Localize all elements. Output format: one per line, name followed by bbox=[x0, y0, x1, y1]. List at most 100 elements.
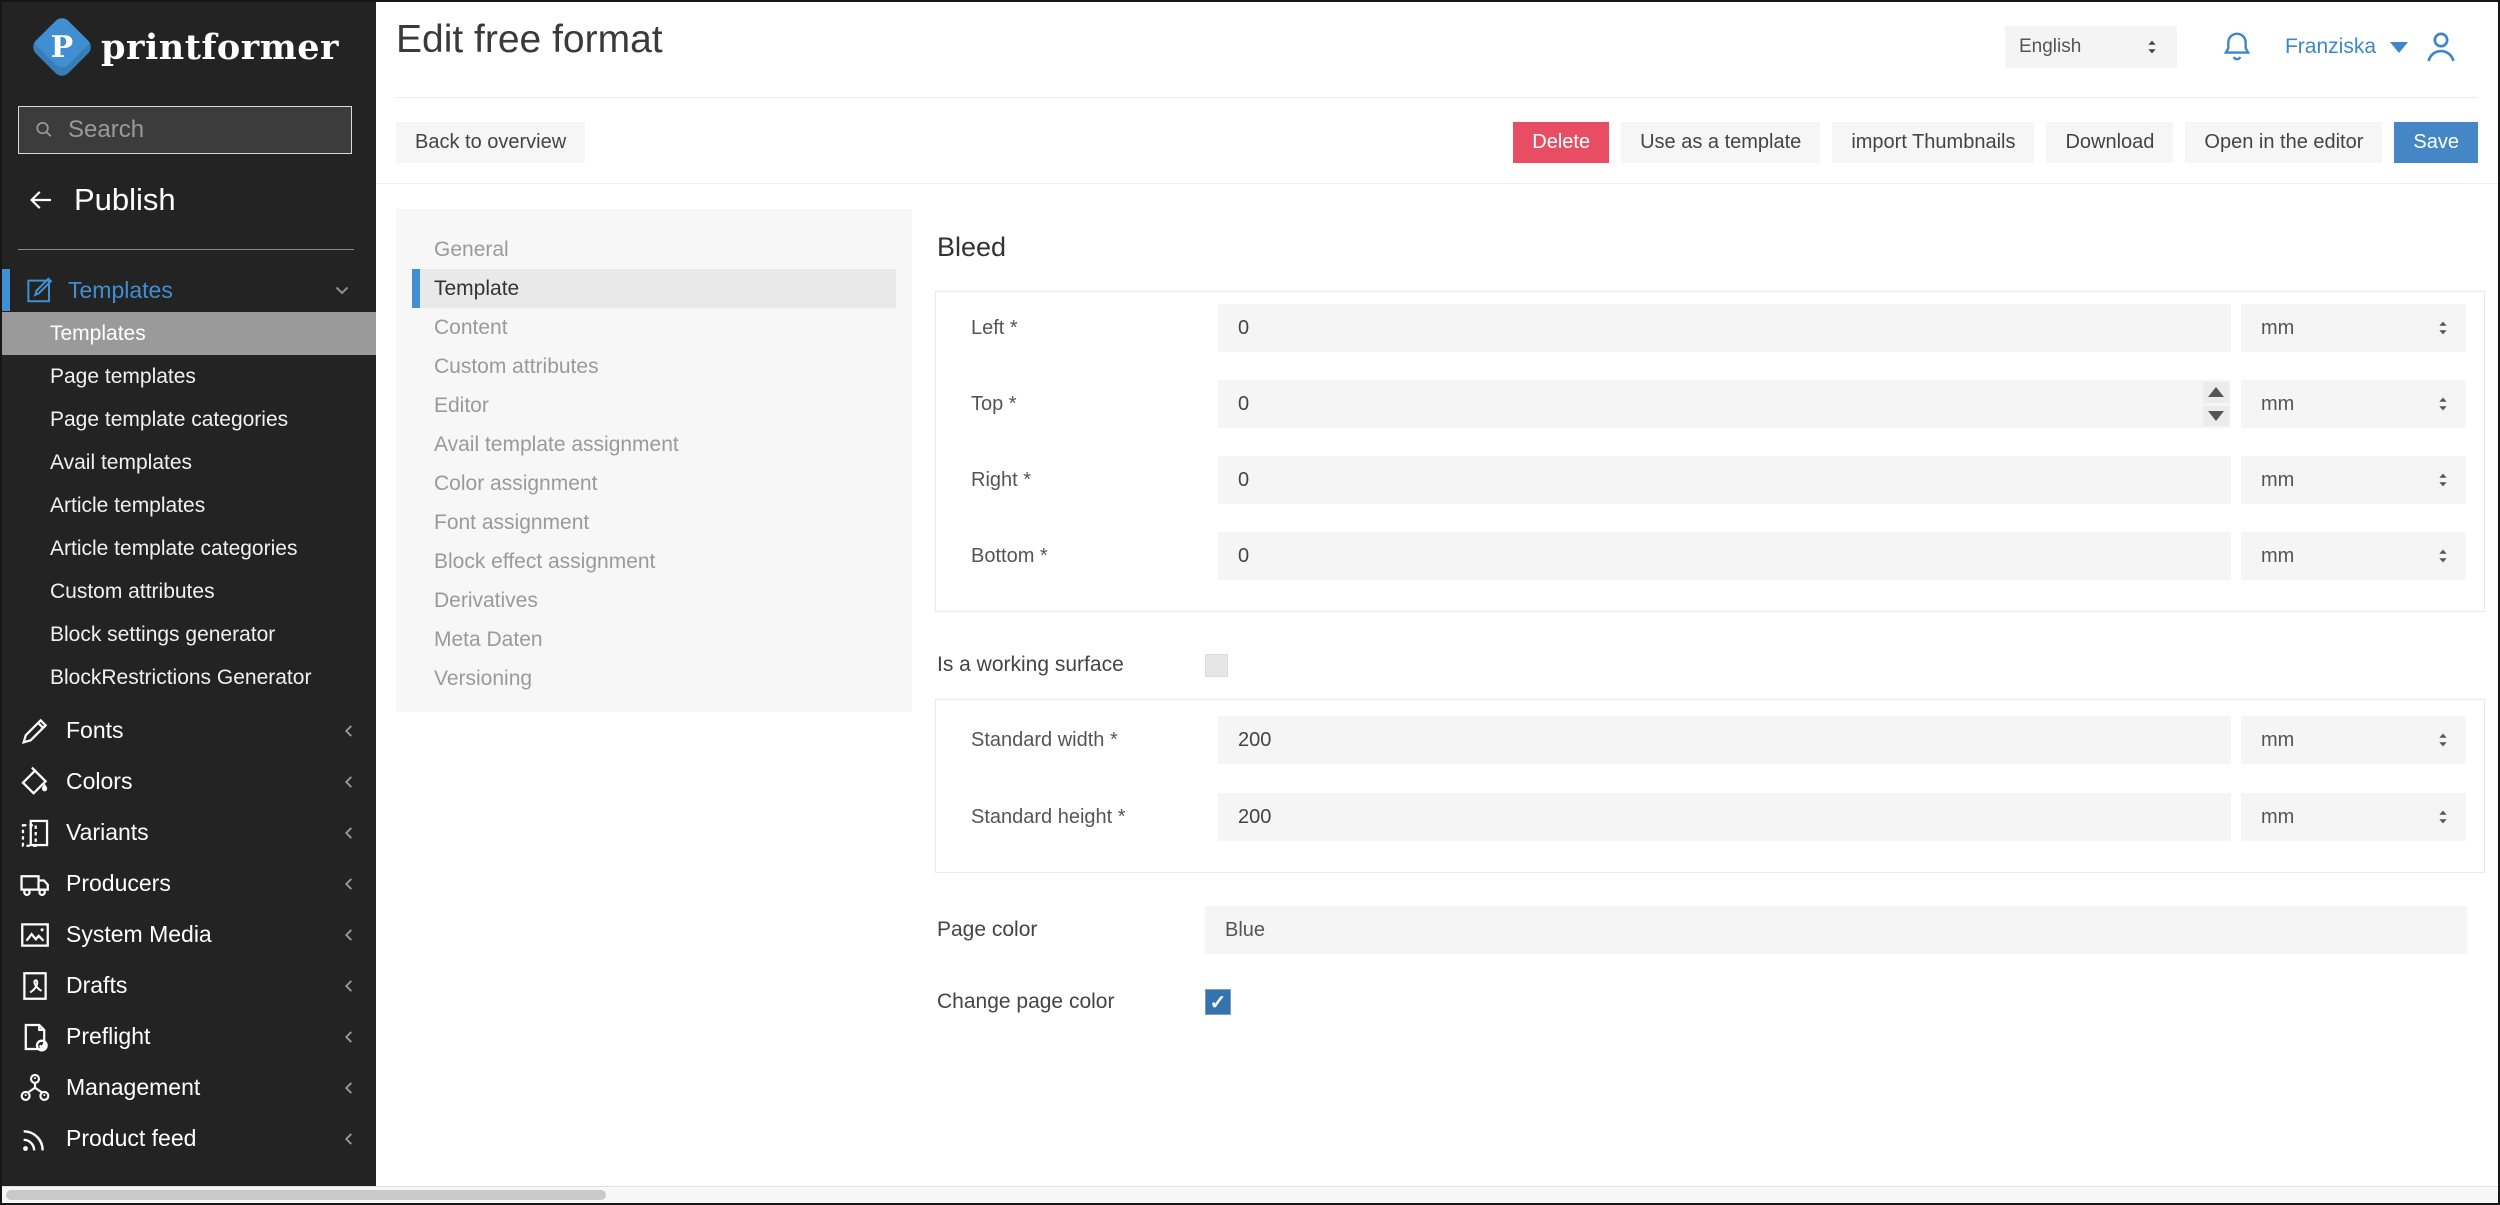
bleed-top-input[interactable]: 0 bbox=[1218, 380, 2231, 428]
page-title: Edit free format bbox=[396, 18, 663, 62]
sidebar-subitem-blockrestrictions-generator[interactable]: BlockRestrictions Generator bbox=[2, 656, 376, 699]
select-sort-icon bbox=[2432, 317, 2454, 339]
arrow-left-icon bbox=[26, 185, 56, 215]
open-in-editor-button[interactable]: Open in the editor bbox=[2185, 122, 2382, 163]
notifications-button[interactable] bbox=[2219, 29, 2255, 65]
brand-logo[interactable]: P printformer bbox=[2, 24, 376, 70]
user-name: Franziska bbox=[2285, 35, 2376, 59]
sidebar-subitem-label: Article templates bbox=[50, 494, 205, 518]
settings-nav-item-content[interactable]: Content bbox=[412, 308, 896, 347]
sidebar-item-label: Producers bbox=[66, 870, 171, 897]
bleed-left-input[interactable]: 0 bbox=[1218, 304, 2231, 352]
save-button[interactable]: Save bbox=[2394, 122, 2478, 163]
unit-select[interactable]: mm bbox=[2241, 716, 2466, 764]
search-input[interactable] bbox=[68, 116, 337, 144]
sidebar-item-preflight[interactable]: Preflight bbox=[2, 1011, 376, 1062]
sidebar-item-product-feed[interactable]: Product feed bbox=[2, 1113, 376, 1164]
size-row-standard-height: Standard height *200 mm bbox=[971, 793, 2466, 841]
sidebar-item-variants[interactable]: Variants bbox=[2, 807, 376, 858]
settings-nav-item-color-assignment[interactable]: Color assignment bbox=[412, 464, 896, 503]
unit-select[interactable]: mm bbox=[2241, 532, 2466, 580]
pen-square-icon bbox=[24, 275, 54, 305]
sidebar-item-management[interactable]: Management bbox=[2, 1062, 376, 1113]
chevron-left-icon[interactable] bbox=[338, 822, 360, 844]
working-surface-checkbox[interactable] bbox=[1205, 654, 1228, 677]
settings-nav-item-template[interactable]: Template bbox=[412, 269, 896, 308]
sidebar-item-drafts[interactable]: Drafts bbox=[2, 960, 376, 1011]
sidebar-subitem-templates[interactable]: Templates bbox=[2, 312, 376, 355]
chevron-left-icon[interactable] bbox=[338, 924, 360, 946]
chevron-left-icon[interactable] bbox=[338, 1026, 360, 1048]
language-select[interactable]: English bbox=[2005, 26, 2177, 68]
settings-nav-item-custom-attributes[interactable]: Custom attributes bbox=[412, 347, 896, 386]
size-standard-width-input[interactable]: 200 bbox=[1218, 716, 2231, 764]
sidebar-item-system-media[interactable]: System Media bbox=[2, 909, 376, 960]
bleed-right-input[interactable]: 0 bbox=[1218, 456, 2231, 504]
unit-select[interactable]: mm bbox=[2241, 380, 2466, 428]
sidebar-subitem-page-templates[interactable]: Page templates bbox=[2, 355, 376, 398]
chevron-left-icon[interactable] bbox=[338, 771, 360, 793]
sidebar-item-producers[interactable]: Producers bbox=[2, 858, 376, 909]
settings-nav-item-font-assignment[interactable]: Font assignment bbox=[412, 503, 896, 542]
settings-nav-item-general[interactable]: General bbox=[412, 230, 896, 269]
sidebar-subitem-label: Custom attributes bbox=[50, 580, 215, 604]
sidebar-subitem-article-templates[interactable]: Article templates bbox=[2, 484, 376, 527]
unit-select[interactable]: mm bbox=[2241, 304, 2466, 352]
sidebar-item-fonts[interactable]: Fonts bbox=[2, 705, 376, 756]
chevron-left-icon[interactable] bbox=[338, 975, 360, 997]
settings-nav-item-editor[interactable]: Editor bbox=[412, 386, 896, 425]
publish-back[interactable]: Publish bbox=[26, 182, 176, 218]
settings-nav-item-avail-template-assignment[interactable]: Avail template assignment bbox=[412, 425, 896, 464]
triangle-down-icon bbox=[2208, 411, 2224, 421]
delete-button[interactable]: Delete bbox=[1513, 122, 1609, 163]
sidebar-item-label: Preflight bbox=[66, 1023, 150, 1050]
spinner-up-button[interactable] bbox=[2203, 382, 2229, 403]
sidebar-subitem-block-settings-generator[interactable]: Block settings generator bbox=[2, 613, 376, 656]
select-sort-icon bbox=[2432, 393, 2454, 415]
chevron-down-icon[interactable] bbox=[330, 278, 354, 302]
unit-value: mm bbox=[2261, 806, 2432, 829]
chevron-left-icon[interactable] bbox=[338, 873, 360, 895]
change-page-color-checkbox[interactable]: ✓ bbox=[1205, 989, 1231, 1015]
pen-icon bbox=[18, 714, 52, 748]
spinner-down-button[interactable] bbox=[2203, 406, 2229, 427]
sidebar-item-label: Drafts bbox=[66, 972, 127, 999]
number-spinner[interactable] bbox=[2203, 382, 2229, 426]
sidebar-divider bbox=[18, 249, 354, 250]
sidebar-subitem-label: Templates bbox=[50, 322, 146, 346]
size-standard-height-input[interactable]: 200 bbox=[1218, 793, 2231, 841]
sidebar-item-colors[interactable]: Colors bbox=[2, 756, 376, 807]
sidebar-subitem-custom-attributes[interactable]: Custom attributes bbox=[2, 570, 376, 613]
sidebar-menu: FontsColors Variants Producers System Media… bbox=[2, 705, 376, 1164]
download-button[interactable]: Download bbox=[2046, 122, 2173, 163]
unit-select[interactable]: mm bbox=[2241, 793, 2466, 841]
chevron-left-icon[interactable] bbox=[338, 1128, 360, 1150]
sidebar-subitem-avail-templates[interactable]: Avail templates bbox=[2, 441, 376, 484]
use-as-template-button[interactable]: Use as a template bbox=[1621, 122, 1820, 163]
field-label: Right * bbox=[971, 469, 1218, 492]
unit-select[interactable]: mm bbox=[2241, 456, 2466, 504]
sidebar-subitem-page-template-categories[interactable]: Page template categories bbox=[2, 398, 376, 441]
settings-nav-item-meta-daten[interactable]: Meta Daten bbox=[412, 620, 896, 659]
sidebar-search[interactable] bbox=[18, 106, 352, 154]
user-menu[interactable]: Franziska bbox=[2285, 28, 2460, 66]
bleed-row-bottom: Bottom *0mm bbox=[971, 532, 2466, 580]
horizontal-scrollbar[interactable] bbox=[2, 1186, 2498, 1203]
import-thumbnails-button[interactable]: import Thumbnails bbox=[1832, 122, 2034, 163]
bleed-bottom-input[interactable]: 0 bbox=[1218, 532, 2231, 580]
scrollbar-thumb[interactable] bbox=[6, 1190, 606, 1200]
sidebar-item-templates-group[interactable]: Templates bbox=[2, 268, 376, 312]
page-color-field[interactable]: Blue bbox=[1205, 906, 2467, 954]
settings-nav-item-block-effect-assignment[interactable]: Block effect assignment bbox=[412, 542, 896, 581]
select-sort-icon bbox=[2432, 545, 2454, 567]
sidebar-subitem-article-template-categories[interactable]: Article template categories bbox=[2, 527, 376, 570]
sidebar-item-label: Variants bbox=[66, 819, 149, 846]
select-sort-icon bbox=[2432, 729, 2454, 751]
chevron-left-icon[interactable] bbox=[338, 720, 360, 742]
settings-nav-item-derivatives[interactable]: Derivatives bbox=[412, 581, 896, 620]
chevron-left-icon[interactable] bbox=[338, 1077, 360, 1099]
settings-nav-item-versioning[interactable]: Versioning bbox=[412, 659, 896, 698]
field-label: Standard height * bbox=[971, 806, 1218, 829]
back-to-overview-button[interactable]: Back to overview bbox=[396, 122, 585, 163]
unit-value: mm bbox=[2261, 469, 2432, 492]
